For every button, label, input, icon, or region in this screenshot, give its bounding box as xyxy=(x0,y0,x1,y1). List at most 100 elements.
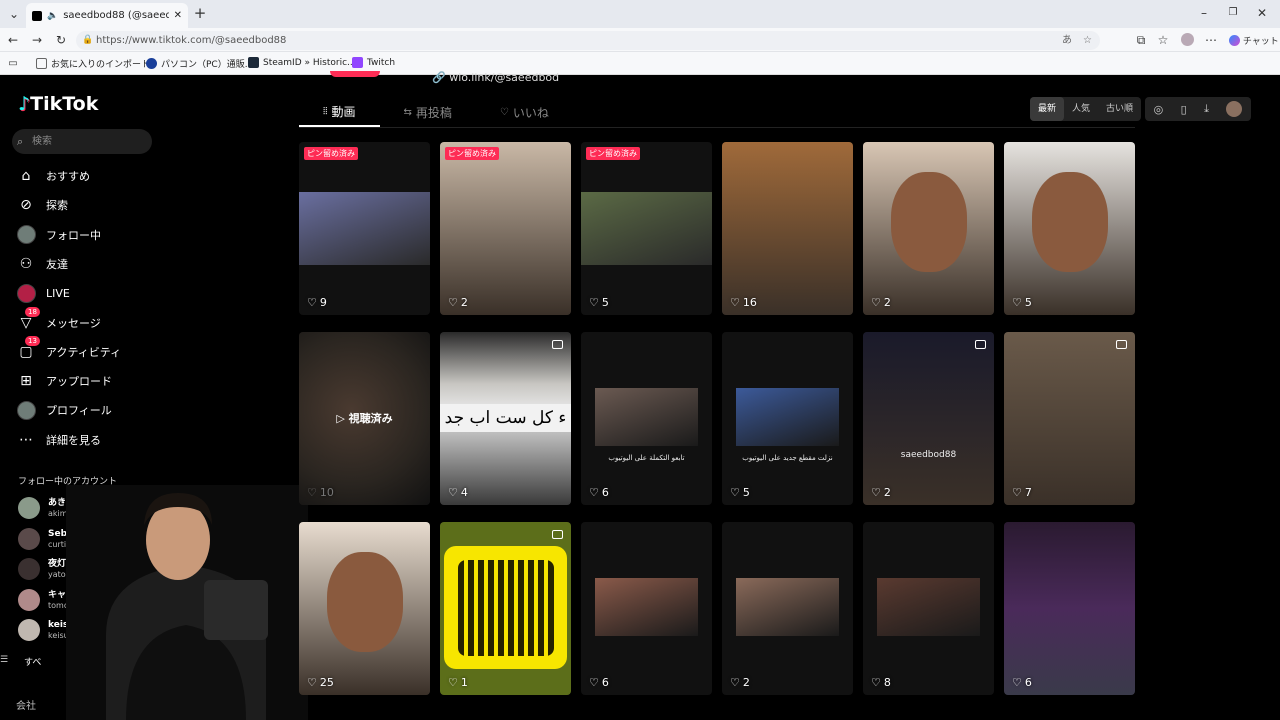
profile-link[interactable]: 🔗 wlo.link/@saeedbod xyxy=(432,71,559,84)
photo-icon xyxy=(552,340,563,349)
browser-tab[interactable]: 🔈 saeedbod88 (@saeedbod88) | ✕ xyxy=(26,3,188,28)
tab-1[interactable]: ⇆ 再投稿 xyxy=(380,97,476,127)
search-input[interactable]: ⌕ 検索 xyxy=(12,129,152,154)
video-card[interactable]: ♡ 8 xyxy=(863,522,994,695)
video-card[interactable]: ♡ 5 xyxy=(1004,142,1135,315)
tab-actions-chevron-icon[interactable]: ⌄ xyxy=(6,6,22,22)
tab-0[interactable]: ⦙⦙ 動画 xyxy=(299,97,380,127)
video-card[interactable]: ♡ 6 xyxy=(581,522,712,695)
sidebar-item-8[interactable]: プロフィール xyxy=(16,399,112,421)
sidebar-item-0[interactable]: ⌂ おすすめ xyxy=(16,165,90,187)
close-window-icon[interactable]: ✕ xyxy=(1255,5,1269,21)
reload-icon[interactable]: ↻ xyxy=(54,32,68,48)
video-card[interactable]: ♡ 1 xyxy=(440,522,571,695)
video-thumbnail xyxy=(736,388,839,446)
bookmark-label: お気に入りのインポート xyxy=(51,60,151,70)
video-card[interactable]: نزلت مقطع جديد على اليوتيوب ♡ 5 xyxy=(722,332,853,505)
pinned-badge: ピン留め済み xyxy=(445,147,499,160)
favorite-star-icon[interactable]: ☆ xyxy=(1083,31,1092,50)
copilot-button[interactable]: チャット xyxy=(1229,34,1279,47)
video-card[interactable]: saeedbod88 ♡ 2 xyxy=(863,332,994,505)
sort-option-0[interactable]: 最新 xyxy=(1030,97,1065,121)
sidebar-item-label: LIVE xyxy=(46,286,70,300)
video-card[interactable]: ء كل ست اب جد ♡ 4 xyxy=(440,332,571,505)
like-number: 8 xyxy=(883,676,891,689)
video-card[interactable]: ♡ 25 xyxy=(299,522,430,695)
heart-icon: ♡ xyxy=(871,296,881,309)
forward-icon[interactable]: → xyxy=(30,32,44,48)
like-number: 6 xyxy=(601,486,609,499)
sidebar-item-4[interactable]: LIVE xyxy=(16,282,70,304)
see-all-label: すべ xyxy=(24,658,42,668)
video-card[interactable]: ピン留め済み ♡ 9 xyxy=(299,142,430,315)
bookmark-import[interactable]: お気に入りのインポート xyxy=(36,57,150,70)
activity-icon: ▢ 13 xyxy=(16,335,40,362)
translate-icon[interactable]: あ xyxy=(1062,31,1072,50)
heart-icon: ♡ xyxy=(730,296,740,309)
tab-2[interactable]: ♡ いいね xyxy=(476,97,573,127)
tiktok-logo[interactable]: ♪TikTok xyxy=(18,93,98,115)
device-icon[interactable]: ▯ xyxy=(1181,103,1187,116)
extensions-icon[interactable]: ⧉ xyxy=(1134,32,1148,48)
explore-icon[interactable]: ◎ xyxy=(1154,103,1164,116)
settings-more-icon[interactable]: ⋯ xyxy=(1204,32,1218,48)
video-card[interactable]: ♡ 2 xyxy=(722,522,853,695)
tab-list-icon[interactable]: ▭ xyxy=(6,56,20,72)
sidebar-item-1[interactable]: ⊘ 探索 xyxy=(16,194,68,216)
video-card[interactable]: ♡ 6 xyxy=(1004,522,1135,695)
download-icon[interactable]: ⤓ xyxy=(1204,102,1209,116)
video-card[interactable]: ♡ 2 xyxy=(863,142,994,315)
like-number: 25 xyxy=(319,676,334,689)
heart-icon: ♡ xyxy=(871,486,881,499)
new-tab-icon[interactable]: + xyxy=(193,5,207,21)
video-card[interactable]: تابعو التكملة على اليوتيوب ♡ 6 xyxy=(581,332,712,505)
video-card[interactable]: ピン留め済み ♡ 2 xyxy=(440,142,571,315)
profile-avatar-icon[interactable] xyxy=(1181,33,1194,46)
back-icon[interactable]: ← xyxy=(6,32,20,48)
video-thumbnail xyxy=(722,142,853,315)
footer-company[interactable]: 会社 xyxy=(16,697,36,712)
minimize-icon[interactable]: – xyxy=(1197,5,1211,21)
search-placeholder: 検索 xyxy=(32,136,52,147)
video-thumbnail xyxy=(595,578,698,636)
favorites-icon[interactable]: ☆ xyxy=(1156,32,1170,48)
tab-label: いいね xyxy=(512,105,549,120)
bookmark-pc[interactable]: パソコン（PC）通販... xyxy=(146,57,253,70)
bookmark-label: パソコン（PC）通販... xyxy=(161,60,254,70)
sidebar-item-9[interactable]: ⋯ 詳細を見る xyxy=(16,429,101,451)
more-icon: ⋯ xyxy=(19,431,33,448)
folder-icon xyxy=(36,58,47,69)
see-all-following[interactable]: ☰ すべ xyxy=(0,655,42,668)
heart-icon: ♡ xyxy=(307,296,317,309)
sidebar-item-2[interactable]: フォロー中 xyxy=(16,224,101,246)
like-number: 5 xyxy=(601,296,609,309)
video-card[interactable]: ♡ 7 xyxy=(1004,332,1135,505)
heart-icon: ♡ xyxy=(730,676,740,689)
sidebar-item-7[interactable]: ⊞ アップロード xyxy=(16,370,112,392)
sidebar-item-6[interactable]: ▢ 13 アクティビティ xyxy=(16,335,121,363)
tiktok-note-icon: ♪ xyxy=(18,93,31,115)
bookmark-steamid[interactable]: SteamID » Historic... xyxy=(248,57,356,68)
restore-icon[interactable]: ❐ xyxy=(1226,5,1240,21)
heart-icon: ♡ xyxy=(448,296,458,309)
video-card[interactable]: ピン留め済み ♡ 5 xyxy=(581,142,712,315)
user-avatar[interactable] xyxy=(1226,101,1243,117)
sort-option-2[interactable]: 古い順 xyxy=(1098,97,1141,121)
close-tab-icon[interactable]: ✕ xyxy=(174,10,182,21)
like-number: 2 xyxy=(742,676,750,689)
video-card[interactable]: ▷ 視聴済み ♡ 10 xyxy=(299,332,430,505)
sidebar-item-3[interactable]: ⚇ 友達 xyxy=(16,253,68,275)
video-card[interactable]: ♡ 16 xyxy=(722,142,853,315)
logo-text: TikTok xyxy=(30,93,99,115)
site-info-icon[interactable]: 🔒 xyxy=(82,31,93,50)
sort-option-1[interactable]: 人気 xyxy=(1064,97,1098,121)
heart-icon: ♡ xyxy=(1012,296,1022,309)
speaker-icon[interactable]: 🔈 xyxy=(47,11,58,21)
url-input[interactable]: 🔒 https://www.tiktok.com/@saeedbod88 あ ☆ xyxy=(76,31,1100,50)
like-count: ♡ 16 xyxy=(730,296,757,309)
like-number: 10 xyxy=(319,486,334,499)
face-image xyxy=(327,552,403,652)
bookmark-twitch[interactable]: Twitch xyxy=(352,57,395,68)
heart-icon: ♡ xyxy=(1012,676,1022,689)
sidebar-item-5[interactable]: ▽ 18 メッセージ xyxy=(16,306,101,334)
